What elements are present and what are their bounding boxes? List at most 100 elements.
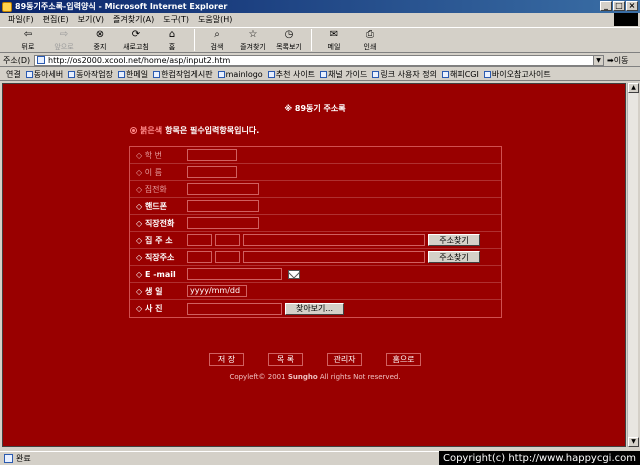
home-label: 홈: [168, 43, 176, 51]
required-color-word: 붉은색: [140, 126, 163, 135]
bullet-icon: [130, 127, 137, 134]
admin-button[interactable]: 관리자: [327, 353, 362, 366]
work-find-address-button[interactable]: 주소찾기: [428, 251, 480, 263]
link-text: 동아세버: [33, 69, 64, 79]
links-label: 연결: [6, 69, 21, 79]
address-input[interactable]: http://os2000.xcool.net/home/asp/input2.…: [34, 54, 604, 66]
link-item[interactable]: 한컴작업게시판: [153, 69, 213, 80]
required-note-text: 항목은 필수입력항목입니다.: [165, 126, 260, 135]
row-birthday: ◇ 생 일 yyyy/mm/dd: [130, 283, 501, 300]
link-item[interactable]: 채널 가이드: [320, 69, 367, 80]
print-button[interactable]: ⎙ 인쇄: [352, 28, 388, 53]
toolbar-separator: [311, 29, 312, 51]
home-find-address-button[interactable]: 주소찾기: [428, 234, 480, 246]
mobile-input[interactable]: [187, 200, 259, 212]
stop-button[interactable]: ⊗ 중지: [82, 28, 118, 53]
home-page-button[interactable]: 홈으로: [386, 353, 421, 366]
menu-file[interactable]: 파일(F): [8, 14, 34, 25]
search-button[interactable]: ⌕ 검색: [199, 28, 235, 53]
menu-help[interactable]: 도움말(H): [198, 14, 232, 25]
link-item[interactable]: 동아작업장: [68, 69, 113, 80]
work-zip1-input[interactable]: [187, 251, 212, 263]
link-text: 채널 가이드: [328, 69, 368, 79]
action-buttons: 저 장 목 록 관리자 홈으로: [3, 353, 625, 366]
label-birthday: ◇ 생 일: [136, 286, 163, 296]
back-button[interactable]: ⇦ 뒤로: [10, 28, 46, 53]
link-item[interactable]: 동아세버: [25, 69, 64, 80]
work-phone-input[interactable]: [187, 217, 259, 229]
label-name: ◇ 이 름: [136, 167, 162, 177]
work-zip2-input[interactable]: [215, 251, 240, 263]
link-page-icon: [267, 70, 275, 78]
home-zip2-input[interactable]: [215, 234, 240, 246]
close-button[interactable]: ×: [626, 1, 638, 11]
favorites-button[interactable]: ☆ 즐겨찾기: [235, 28, 271, 53]
forward-arrow-icon: ⇨: [59, 29, 69, 40]
back-arrow-icon: ⇦: [23, 29, 33, 40]
menu-tools[interactable]: 도구(T): [163, 14, 189, 25]
ie-icon: [2, 1, 12, 12]
link-item[interactable]: 바이오참고사이트: [483, 69, 551, 80]
go-button[interactable]: ➡이동: [607, 55, 628, 66]
label-email: ◇ E -mail: [136, 269, 176, 279]
home-button[interactable]: ⌂ 홈: [154, 28, 190, 53]
vertical-scrollbar[interactable]: ▲ ▼: [627, 83, 639, 447]
birthday-input[interactable]: yyyy/mm/dd: [187, 285, 247, 297]
label-student-id-text: 학 번: [144, 150, 162, 160]
label-mobile-text: 핸드폰: [144, 201, 168, 211]
page-content: ※ 89동기 주소록 붉은색 항목은 필수입력항목입니다. ◇ 학 번 ◇ 이 …: [2, 83, 626, 447]
student-id-input[interactable]: [187, 149, 237, 161]
label-birthday-text: 생 일: [144, 286, 163, 296]
stop-icon: ⊗: [95, 29, 105, 40]
photo-input[interactable]: [187, 302, 282, 315]
link-item[interactable]: mainlogo: [217, 70, 263, 79]
name-input[interactable]: [187, 166, 237, 178]
link-item[interactable]: 링크 사용자 정의: [372, 69, 437, 80]
row-work-address: ◇ 직장주소 주소찾기: [130, 249, 501, 266]
scroll-down-icon[interactable]: ▼: [628, 437, 639, 447]
menu-bar: 파일(F) 편집(E) 보기(V) 즐겨찾기(A) 도구(T) 도움말(H): [0, 13, 640, 26]
row-name: ◇ 이 름: [130, 164, 501, 181]
row-home-address: ◇ 집 주 소 주소찾기: [130, 232, 501, 249]
home-zip1-input[interactable]: [187, 234, 212, 246]
mail-button[interactable]: ✉ 메일: [316, 28, 352, 53]
link-page-icon: [25, 70, 33, 78]
menu-edit[interactable]: 편집(E): [43, 14, 69, 25]
label-work-phone-text: 직장전화: [144, 218, 175, 228]
scroll-up-icon[interactable]: ▲: [628, 83, 639, 93]
minimize-button[interactable]: _: [600, 1, 612, 11]
copyright-author: Sungho: [287, 373, 318, 381]
save-button[interactable]: 저 장: [209, 353, 244, 366]
favorites-icon: ☆: [248, 29, 258, 40]
link-item[interactable]: 해피CGI: [442, 69, 479, 80]
address-dropdown-icon[interactable]: ▼: [593, 55, 603, 65]
menu-favorites[interactable]: 즐겨찾기(A): [113, 14, 154, 25]
copyright-prefix: Copyleft© 2001: [229, 373, 286, 381]
email-input[interactable]: [187, 268, 282, 280]
address-bar: 주소(D) http://os2000.xcool.net/home/asp/i…: [0, 54, 640, 67]
row-student-id: ◇ 학 번: [130, 147, 501, 164]
forward-button[interactable]: ⇨ 앞으로: [46, 28, 82, 53]
list-button[interactable]: 목 록: [268, 353, 303, 366]
work-address-input[interactable]: [243, 251, 425, 263]
home-address-input[interactable]: [243, 234, 425, 246]
home-phone-input[interactable]: [187, 183, 259, 195]
maximize-button[interactable]: □: [613, 1, 625, 11]
browse-button[interactable]: 찾아보기...: [285, 302, 344, 315]
forward-label: 앞으로: [54, 43, 74, 51]
link-item[interactable]: 추천 사이트: [267, 69, 315, 80]
refresh-button[interactable]: ⟳ 새로고침: [118, 28, 154, 53]
label-work-address: ◇ 직장주소: [136, 252, 175, 262]
refresh-icon: ⟳: [131, 29, 141, 40]
link-page-icon: [68, 70, 76, 78]
link-item[interactable]: 한메일: [118, 69, 148, 80]
label-student-id: ◇ 학 번: [136, 150, 162, 160]
label-email-text: E -mail: [144, 269, 176, 279]
menu-view[interactable]: 보기(V): [78, 14, 104, 25]
link-text: 해피CGI: [450, 69, 479, 79]
history-label: 목록보기: [276, 43, 302, 51]
address-form: ◇ 학 번 ◇ 이 름 ◇ 집전화 ◇ 핸드폰 ◇ 직장전화 ◇ 집 주 소 주…: [129, 146, 502, 318]
link-page-icon: [442, 70, 449, 78]
label-work-address-text: 직장주소: [144, 252, 175, 262]
history-button[interactable]: ◷ 목록보기: [271, 28, 307, 53]
